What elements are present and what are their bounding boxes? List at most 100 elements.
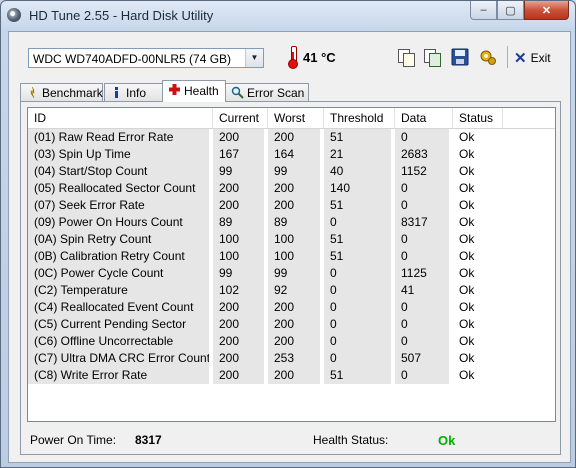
column-header-id[interactable]: ID xyxy=(28,108,213,128)
close-button[interactable]: ✕ xyxy=(524,1,569,20)
close-icon: ✕ xyxy=(514,49,527,67)
attribute-id-cell: (0B) Calibration Retry Count xyxy=(28,248,209,265)
table-row[interactable]: (C6) Offline Uncorrectable 200 200 0 0 Ok xyxy=(28,333,555,350)
table-row[interactable]: (04) Start/Stop Count 99 99 40 1152 Ok xyxy=(28,163,555,180)
temperature-readout: 41 °C xyxy=(303,50,336,65)
app-window: HD Tune 2.55 - Hard Disk Utility – ▢ ✕ W… xyxy=(0,0,576,468)
row-filler xyxy=(503,248,555,265)
attribute-id-cell: (C6) Offline Uncorrectable xyxy=(28,333,209,350)
title-bar[interactable]: HD Tune 2.55 - Hard Disk Utility – ▢ ✕ xyxy=(1,1,575,31)
table-row[interactable]: (C2) Temperature 102 92 0 41 Ok xyxy=(28,282,555,299)
table-row[interactable]: (C4) Reallocated Event Count 200 200 0 0 Ok xyxy=(28,299,555,316)
row-filler xyxy=(503,163,555,180)
status-value-cell: Ok xyxy=(453,265,503,282)
minimize-button[interactable]: – xyxy=(470,1,497,20)
data-value-cell: 0 xyxy=(395,180,449,197)
data-value-cell: 0 xyxy=(395,299,449,316)
smart-attributes-table[interactable]: ID Current Worst Threshold Data Status (… xyxy=(27,107,556,422)
column-header-status[interactable]: Status xyxy=(453,108,503,128)
current-value-cell: 200 xyxy=(213,180,264,197)
status-value-cell: Ok xyxy=(453,231,503,248)
table-row[interactable]: (03) Spin Up Time 167 164 21 2683 Ok xyxy=(28,146,555,163)
table-row[interactable]: (C8) Write Error Rate 200 200 51 0 Ok xyxy=(28,367,555,384)
table-row[interactable]: (05) Reallocated Sector Count 200 200 140 0 O… xyxy=(28,180,555,197)
column-header-current[interactable]: Current xyxy=(213,108,268,128)
health-panel: ID Current Worst Threshold Data Status (… xyxy=(20,101,561,455)
row-filler xyxy=(503,282,555,299)
threshold-value-cell: 21 xyxy=(324,146,391,163)
drive-select[interactable]: WDC WD740ADFD-00NLR5 (74 GB) ▼ xyxy=(28,48,264,68)
attribute-id-cell: (04) Start/Stop Count xyxy=(28,163,209,180)
status-value-cell: Ok xyxy=(453,197,503,214)
tab-error-scan[interactable]: Error Scan xyxy=(225,83,309,101)
row-filler xyxy=(503,350,555,367)
client-area: WDC WD740ADFD-00NLR5 (74 GB) ▼ 41 °C ✕ E… xyxy=(8,31,571,463)
current-value-cell: 99 xyxy=(213,163,264,180)
current-value-cell: 100 xyxy=(213,231,264,248)
attribute-id-cell: (C7) Ultra DMA CRC Error Count xyxy=(28,350,210,367)
copy-screenshot-icon[interactable] xyxy=(423,48,441,67)
table-row[interactable]: (C5) Current Pending Sector 200 200 0 0 Ok xyxy=(28,316,555,333)
threshold-value-cell: 0 xyxy=(324,214,391,231)
status-value-cell: Ok xyxy=(453,350,503,367)
threshold-value-cell: 0 xyxy=(324,282,391,299)
tab-health[interactable]: Health xyxy=(162,80,226,102)
worst-value-cell: 200 xyxy=(268,316,320,333)
data-value-cell: 1125 xyxy=(395,265,449,282)
attribute-id-cell: (01) Raw Read Error Rate xyxy=(28,129,209,146)
current-value-cell: 200 xyxy=(213,299,264,316)
table-row[interactable]: (01) Raw Read Error Rate 200 200 51 0 Ok xyxy=(28,129,555,146)
column-header-threshold[interactable]: Threshold xyxy=(324,108,395,128)
maximize-button[interactable]: ▢ xyxy=(497,1,524,20)
data-value-cell: 0 xyxy=(395,231,449,248)
data-value-cell: 2683 xyxy=(395,146,449,163)
column-header-worst[interactable]: Worst xyxy=(268,108,324,128)
health-status-value: Ok xyxy=(438,433,456,448)
copy-text-icon[interactable] xyxy=(397,48,415,67)
benchmark-icon xyxy=(30,86,35,99)
chevron-down-icon[interactable]: ▼ xyxy=(245,49,263,67)
worst-value-cell: 200 xyxy=(268,180,320,197)
worst-value-cell: 200 xyxy=(268,129,320,146)
status-value-cell: Ok xyxy=(453,367,503,384)
save-icon[interactable] xyxy=(451,48,469,66)
table-row[interactable]: (0A) Spin Retry Count 100 100 51 0 Ok xyxy=(28,231,555,248)
table-header: ID Current Worst Threshold Data Status xyxy=(28,108,555,129)
tab-benchmark[interactable]: Benchmark xyxy=(20,83,103,101)
worst-value-cell: 99 xyxy=(268,163,320,180)
table-row[interactable]: (0B) Calibration Retry Count 100 100 51 0 Ok xyxy=(28,248,555,265)
current-value-cell: 200 xyxy=(213,129,264,146)
current-value-cell: 200 xyxy=(213,333,264,350)
worst-value-cell: 89 xyxy=(268,214,320,231)
status-value-cell: Ok xyxy=(453,163,503,180)
status-value-cell: Ok xyxy=(453,299,503,316)
threshold-value-cell: 0 xyxy=(324,333,391,350)
data-value-cell: 1152 xyxy=(395,163,449,180)
status-value-cell: Ok xyxy=(453,146,503,163)
power-on-time-label: Power On Time: xyxy=(30,433,117,447)
row-filler xyxy=(503,197,555,214)
current-value-cell: 167 xyxy=(213,146,264,163)
current-value-cell: 102 xyxy=(213,282,264,299)
worst-value-cell: 92 xyxy=(268,282,320,299)
health-cross-icon xyxy=(169,84,180,95)
worst-value-cell: 100 xyxy=(268,248,320,265)
column-header-data[interactable]: Data xyxy=(395,108,453,128)
attribute-id-cell: (C8) Write Error Rate xyxy=(28,367,209,384)
table-row[interactable]: (C7) Ultra DMA CRC Error Count 200 253 0 507… xyxy=(28,350,555,367)
options-icon[interactable] xyxy=(479,48,497,66)
current-value-cell: 99 xyxy=(213,265,264,282)
worst-value-cell: 200 xyxy=(268,333,320,350)
table-row[interactable]: (09) Power On Hours Count 89 89 0 8317 Ok xyxy=(28,214,555,231)
magnifier-icon xyxy=(231,86,244,99)
tab-info[interactable]: Info xyxy=(104,83,163,101)
exit-button[interactable]: ✕ Exit xyxy=(514,49,551,67)
exit-label: Exit xyxy=(530,51,551,65)
table-row[interactable]: (0C) Power Cycle Count 99 99 0 1125 Ok xyxy=(28,265,555,282)
threshold-value-cell: 51 xyxy=(324,231,391,248)
threshold-value-cell: 0 xyxy=(324,299,391,316)
table-row[interactable]: (07) Seek Error Rate 200 200 51 0 Ok xyxy=(28,197,555,214)
thermometer-icon xyxy=(288,46,298,69)
worst-value-cell: 200 xyxy=(268,367,320,384)
threshold-value-cell: 140 xyxy=(324,180,391,197)
